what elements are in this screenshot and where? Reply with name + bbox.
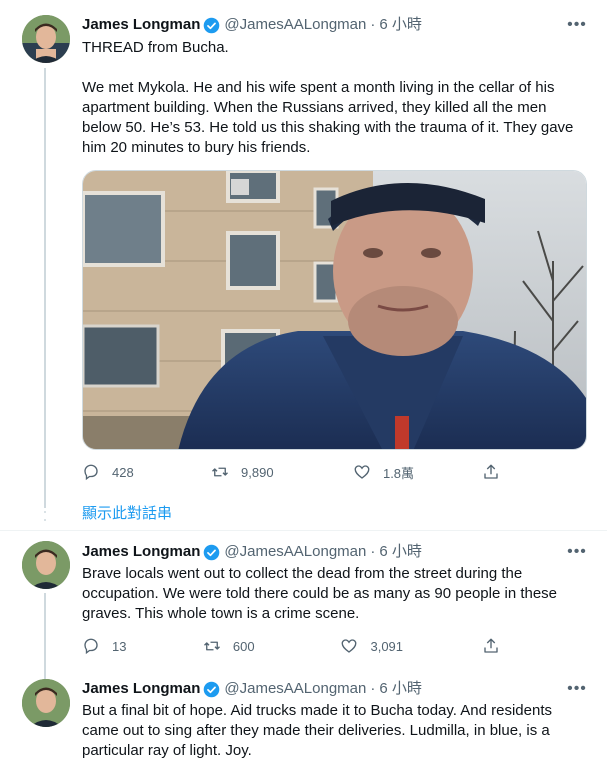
author-handle[interactable]: @JamesAALongman — [224, 15, 366, 35]
retweet-button[interactable]: 9,890 — [211, 463, 353, 481]
timestamp[interactable]: 6 小時 — [379, 679, 422, 699]
like-button[interactable]: 1.8萬 — [353, 463, 482, 482]
reply-button[interactable]: 428 — [82, 463, 211, 481]
thread-line — [44, 68, 46, 508]
retweet-icon — [203, 641, 220, 651]
timestamp[interactable]: 6 小時 — [379, 542, 422, 562]
share-icon — [484, 638, 498, 653]
retweet-button[interactable]: 600 — [203, 637, 341, 655]
tweet-text: THREAD from Bucha. We met Mykola. He and… — [82, 39, 574, 156]
retweet-count: 600 — [232, 638, 255, 654]
like-count: 1.8萬 — [382, 465, 415, 481]
retweet-count: 9,890 — [241, 464, 274, 480]
share-icon — [484, 464, 498, 479]
author-name[interactable]: James Longman — [82, 679, 200, 699]
verified-badge-icon — [204, 17, 220, 33]
separator-dot: · — [370, 543, 376, 560]
tweet-actions: 428 9,890 1.8萬 — [82, 462, 512, 482]
reply-button[interactable]: 13 — [82, 637, 203, 655]
reply-count: 428 — [112, 464, 134, 480]
tweet-header: James Longman @JamesAALongman · 6 小時 — [82, 679, 422, 699]
show-thread-link[interactable]: 顯示此對話串 — [82, 502, 172, 523]
tweet-text: Brave locals went out to collect the dea… — [82, 565, 562, 622]
tweet-photo[interactable] — [82, 170, 587, 450]
tweet-header: James Longman @JamesAALongman · 6 小時 — [82, 542, 422, 562]
reply-icon — [84, 638, 98, 655]
tweet-text: But a final bit of hope. Aid trucks made… — [82, 702, 557, 759]
separator-dot: · — [370, 680, 376, 697]
more-icon[interactable]: ••• — [567, 17, 587, 38]
tweet-1[interactable]: James Longman @JamesAALongman · 6 小時 •••… — [0, 0, 607, 508]
tweet-actions: 13 600 3,091 — [82, 636, 512, 656]
tweet-header: James Longman @JamesAALongman · 6 小時 — [82, 15, 422, 35]
thread-ellipsis — [44, 500, 46, 526]
thread-line — [44, 593, 46, 679]
avatar[interactable] — [22, 15, 70, 63]
share-button[interactable] — [482, 463, 512, 481]
like-icon — [342, 639, 357, 653]
retweet-icon — [212, 467, 229, 477]
author-name[interactable]: James Longman — [82, 15, 200, 35]
author-handle[interactable]: @JamesAALongman — [224, 542, 366, 562]
like-count: 3,091 — [370, 638, 404, 654]
avatar[interactable] — [22, 541, 70, 589]
reply-count: 13 — [112, 638, 127, 654]
tweet-3[interactable]: James Longman @JamesAALongman · 6 小時 •••… — [0, 669, 607, 765]
share-button[interactable] — [482, 637, 512, 655]
more-icon[interactable]: ••• — [567, 681, 587, 702]
separator-dot: · — [370, 16, 376, 33]
like-icon — [354, 465, 370, 479]
like-button[interactable]: 3,091 — [340, 637, 482, 655]
timestamp[interactable]: 6 小時 — [379, 15, 422, 35]
verified-badge-icon — [204, 681, 220, 697]
author-handle[interactable]: @JamesAALongman — [224, 679, 366, 699]
author-name[interactable]: James Longman — [82, 542, 200, 562]
verified-badge-icon — [204, 544, 220, 560]
more-icon[interactable]: ••• — [567, 544, 587, 565]
reply-icon — [84, 464, 98, 481]
tweet-2[interactable]: James Longman @JamesAALongman · 6 小時 •••… — [0, 531, 607, 679]
avatar[interactable] — [22, 679, 70, 727]
